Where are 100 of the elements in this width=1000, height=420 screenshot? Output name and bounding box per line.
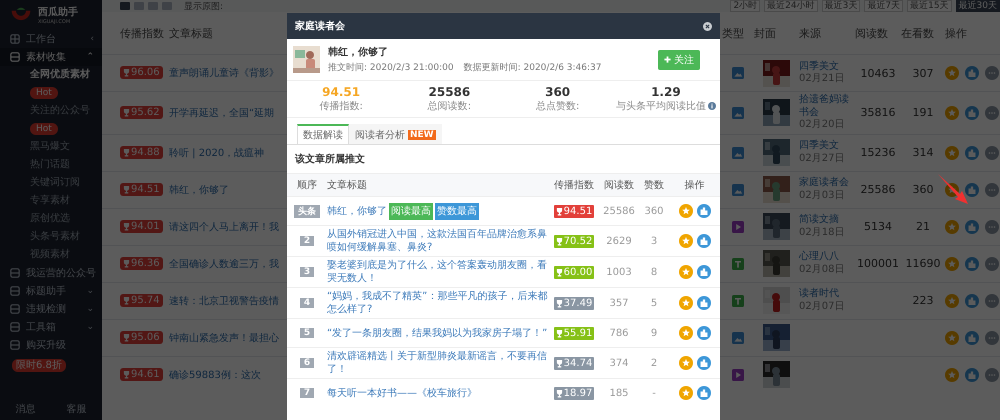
article-title[interactable]: “发了一条朋友圈，结果我妈以为我家房子塌了！” — [327, 326, 548, 340]
chart-icon[interactable] — [965, 294, 979, 308]
score-value: 95.62 — [131, 106, 160, 118]
time-filter-button[interactable]: 最近3天 — [822, 0, 860, 12]
viewing-count: 191 — [912, 106, 934, 120]
like-count: - — [652, 388, 656, 398]
column-header: 顺序 — [296, 178, 318, 192]
source-name[interactable]: 四季美文 — [799, 140, 855, 152]
logo-icon — [10, 7, 32, 23]
source-name[interactable]: 家庭读者会 — [799, 177, 855, 190]
trophy-icon — [556, 328, 563, 338]
chart-icon[interactable] — [965, 256, 979, 270]
text-view-icon[interactable] — [162, 2, 172, 10]
update-time: 数据更新时间: 2020/2/6 3:46:37 — [464, 62, 602, 74]
article-title[interactable]: 全国确诊人数逾三万，我 — [169, 258, 279, 270]
viewing-count: 21 — [916, 220, 930, 233]
trophy-icon — [556, 206, 563, 216]
time-filter-button[interactable]: 最近24小时 — [764, 0, 818, 12]
time-filter-button[interactable]: 最近7天 — [864, 0, 904, 12]
source-name[interactable]: 心理八八 — [799, 251, 855, 264]
source-name[interactable]: 拾遗爸妈读书会 — [799, 94, 855, 119]
column-header: 传播指数 — [120, 26, 164, 40]
more-icon[interactable] — [985, 256, 999, 270]
article-title[interactable]: 聆听 | 2020，战瘟神 — [169, 148, 264, 158]
tag: 阅读最高 — [389, 202, 433, 220]
trophy-icon — [123, 222, 130, 230]
article-title[interactable]: 童声朗诵儿童诗《背影》 — [169, 68, 279, 79]
chart-icon[interactable] — [696, 386, 710, 400]
read-count: 357 — [609, 298, 629, 308]
article-title[interactable]: 请这四个人马上离开！我 — [169, 222, 279, 232]
chart-icon[interactable] — [696, 265, 710, 279]
read-count: 1003 — [606, 266, 632, 278]
article-title[interactable]: 确诊59883例：这次 — [169, 370, 261, 380]
viewing-count: 360 — [912, 183, 934, 196]
article-title[interactable]: 钟南山紧急发声！最担心 — [169, 332, 279, 344]
score-value: 70.52 — [564, 236, 592, 246]
read-count: 374 — [609, 358, 629, 368]
column-header: 文章标题 — [169, 26, 213, 40]
time-filter-button[interactable]: 最近15天 — [907, 0, 952, 12]
stat-value: 94.51 — [322, 85, 360, 99]
article-title[interactable]: “妈妈，我成不了精英”：那些平凡的孩子，后来都怎么样了? — [327, 290, 549, 316]
more-icon[interactable] — [985, 182, 999, 196]
chart-icon[interactable] — [696, 296, 710, 310]
tab[interactable]: 阅读者分析 NEW — [349, 124, 442, 144]
more-icon[interactable] — [985, 330, 999, 344]
close-icon[interactable] — [703, 22, 712, 30]
read-count: 25586 — [603, 206, 635, 216]
time-filter-button[interactable]: 最近30天 — [956, 0, 1000, 12]
list-view-icon[interactable] — [120, 2, 130, 10]
source-name[interactable]: 简读文摘 — [799, 214, 855, 226]
tab[interactable]: 数据解读 — [297, 124, 349, 144]
chart-icon[interactable] — [965, 220, 979, 234]
article-title[interactable]: 速转：北京卫视警告疫情 — [169, 296, 279, 306]
sidebar-item[interactable]: 素材收集 ⌃ — [0, 48, 102, 66]
article-title[interactable]: 韩红，你够了 — [169, 184, 229, 196]
image-view-icon[interactable] — [134, 2, 144, 10]
source-name[interactable]: 四季美文 — [799, 60, 855, 73]
chart-icon[interactable] — [965, 330, 979, 344]
stat-label: 总阅读数: — [428, 100, 472, 113]
trophy-icon — [123, 68, 130, 77]
like-count: 2 — [650, 358, 658, 368]
more-icon[interactable] — [985, 294, 999, 308]
article-title[interactable]: 韩红，你够了 — [327, 204, 387, 218]
article-title[interactable]: 开学再延迟，全国“延期 — [169, 108, 274, 119]
submenu-item[interactable]: 全网优质素材 — [0, 66, 102, 84]
menu-icon — [10, 286, 20, 296]
info-icon[interactable] — [708, 102, 716, 110]
read-count: 2629 — [606, 236, 632, 246]
menu-icon — [10, 268, 20, 278]
chart-icon[interactable] — [965, 106, 979, 120]
time-filter-button[interactable]: 2小时 — [730, 0, 760, 12]
more-icon[interactable] — [985, 220, 999, 234]
score-value: 94.51 — [564, 206, 592, 216]
chart-icon[interactable] — [965, 182, 979, 196]
chart-icon[interactable] — [965, 146, 979, 160]
more-icon[interactable] — [985, 66, 999, 80]
chart-icon[interactable] — [965, 368, 979, 382]
more-icon[interactable] — [985, 368, 999, 382]
like-count: 5 — [650, 298, 658, 308]
article-title[interactable]: 娶老婆到底是为了什么，这个答案轰动朋友圈，看哭无数人！ — [327, 259, 549, 285]
chart-icon[interactable] — [965, 66, 979, 80]
hot-badge: Hot — [30, 87, 58, 99]
stat-value: 25586 — [428, 85, 470, 99]
source-name[interactable]: 读者时代 — [799, 288, 855, 300]
more-icon[interactable] — [985, 146, 999, 160]
score-value: 34.74 — [564, 358, 592, 368]
article-title[interactable]: 清欢辟谣精选丨关于新型肺炎最新谣言，不要再信了！ — [327, 350, 549, 376]
more-icon[interactable] — [985, 106, 999, 120]
chart-icon[interactable] — [696, 356, 710, 370]
score-value: 95.74 — [131, 294, 160, 306]
article-title[interactable]: 每天听一本好书——《校车旅行》 — [327, 386, 477, 400]
follow-button[interactable]: 关注 — [658, 50, 700, 70]
video-view-icon[interactable] — [148, 2, 158, 10]
promo-badge[interactable]: 限时6.8折 — [12, 359, 66, 372]
article-title[interactable]: 从国外销冠进入中国，这款法国百年品牌治愈系鼻喷如何缓解鼻塞、鼻炎? — [327, 228, 549, 254]
menu-icon — [10, 52, 20, 62]
score-value: 60.00 — [564, 266, 592, 278]
chart-icon[interactable] — [696, 204, 710, 218]
chart-icon[interactable] — [696, 326, 710, 340]
chart-icon[interactable] — [696, 234, 710, 248]
